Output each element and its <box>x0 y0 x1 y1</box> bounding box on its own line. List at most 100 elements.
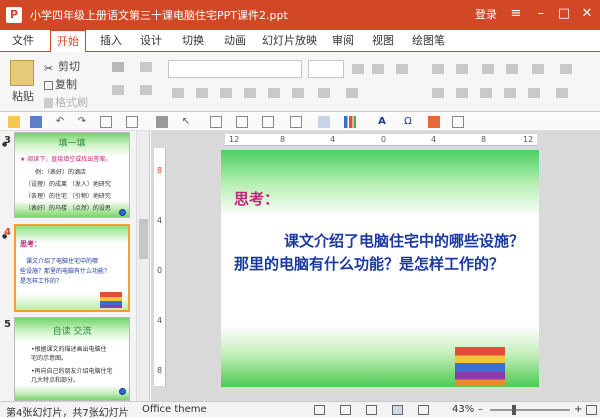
slide-body-text[interactable]: 课文介绍了电脑住宅中的哪些设施？那里的电脑有什么功能？是怎样工作的？ <box>234 230 534 276</box>
tab-view[interactable]: 视图 <box>366 30 400 52</box>
new-slide-icon[interactable] <box>112 62 124 72</box>
login-button[interactable]: 登录 <box>475 6 497 22</box>
books-icon <box>100 292 122 308</box>
reading-view-icon[interactable] <box>366 405 377 415</box>
slide-heading[interactable]: 思考： <box>234 188 279 209</box>
close-icon[interactable]: ✕ <box>576 4 598 24</box>
increase-indent-icon[interactable] <box>506 64 518 74</box>
zoom-level: 43% <box>452 404 475 415</box>
normal-view-icon[interactable] <box>392 405 403 415</box>
zoom-in-icon[interactable]: + <box>574 404 582 415</box>
align-left-icon[interactable] <box>432 88 444 98</box>
tab-slideshow[interactable]: 幻灯片放映 <box>256 30 323 52</box>
menu-icon[interactable]: ≡ <box>505 4 527 24</box>
chart-icon[interactable] <box>344 116 356 128</box>
thumb-3-line-2: 例：（表好）的酒店 <box>35 169 87 176</box>
open-icon[interactable] <box>8 116 20 128</box>
thumbnail-scrollbar[interactable] <box>136 131 149 401</box>
thumb-3-line-5: （表好）的乌楼 （点然）的设思 <box>25 205 111 212</box>
window-title: 小学四年级上册语文第三十课电脑住宅PPT课件2.ppt <box>30 9 288 22</box>
current-slide[interactable]: 思考： 课文介绍了电脑住宅中的哪些设施？那里的电脑有什么功能？是怎样工作的？ <box>221 150 539 387</box>
photo-icon[interactable] <box>262 116 274 128</box>
numbering-icon[interactable] <box>456 64 468 74</box>
slide-thumbnail-3[interactable]: 填一填 ★ 阅读下，直接填空或找出答案。 例：（表好）的酒店 （设理）的成果 （… <box>14 132 130 218</box>
columns-icon[interactable] <box>556 88 568 98</box>
ruler-label: 0 <box>157 266 163 275</box>
wordart-icon[interactable]: Ω <box>402 116 414 128</box>
font-size-combo[interactable] <box>308 60 344 78</box>
italic-icon[interactable] <box>196 88 208 98</box>
layout-icon[interactable] <box>140 62 152 72</box>
strikethrough-icon[interactable] <box>268 88 280 98</box>
video-icon[interactable] <box>428 116 440 128</box>
zoom-slider-handle[interactable] <box>512 405 516 415</box>
align-right-icon[interactable] <box>480 88 492 98</box>
fit-window-icon[interactable] <box>586 405 597 415</box>
paste-button[interactable]: 粘贴 <box>12 88 34 104</box>
justify-icon[interactable] <box>504 88 516 98</box>
font-family-combo[interactable] <box>168 60 302 78</box>
ribbon: 粘贴 ✂ 剪切 复制 格式刷 <box>0 52 600 112</box>
zoom-out-icon[interactable]: – <box>478 404 483 415</box>
picture-icon[interactable] <box>236 116 248 128</box>
maximize-icon[interactable]: □ <box>553 4 575 24</box>
format-painter-button[interactable]: 格式刷 <box>44 94 88 110</box>
char-spacing-icon[interactable] <box>292 88 304 98</box>
table-icon[interactable] <box>210 116 222 128</box>
smartart-icon[interactable] <box>318 116 330 128</box>
tab-pen[interactable]: 绘图笔 <box>406 30 451 52</box>
minimize-icon[interactable]: – <box>530 4 552 24</box>
select-icon[interactable]: ↖ <box>180 116 192 128</box>
slide-thumbnail-5[interactable]: 自读 交流 •根据课文的描述画出电脑住 宅的示意图。 •再向自己的朋友介绍电脑住… <box>14 317 130 401</box>
more-icon[interactable] <box>452 116 464 128</box>
tab-design[interactable]: 设计 <box>134 30 168 52</box>
zoom-slider[interactable] <box>490 409 570 411</box>
tab-animations[interactable]: 动画 <box>218 30 252 52</box>
print-icon[interactable] <box>156 116 168 128</box>
cut-button[interactable]: ✂ 剪切 <box>44 58 80 75</box>
paste-icon[interactable] <box>10 60 34 86</box>
thumb-3-line-3: （设理）的成果 （发人）地研究 <box>25 181 111 188</box>
thumb-4-line-1: 课文介绍了电脑住宅中的哪 <box>26 258 99 265</box>
slideshow-icon[interactable] <box>418 405 429 415</box>
redo-icon[interactable]: ↷ <box>76 116 88 128</box>
clear-format-icon[interactable] <box>396 64 408 74</box>
tab-home[interactable]: 开始 <box>50 30 86 53</box>
shape-icon[interactable] <box>290 116 302 128</box>
undo-icon[interactable]: ↶ <box>54 116 66 128</box>
line-spacing-icon[interactable] <box>532 64 544 74</box>
tab-file[interactable]: 文件 <box>6 30 40 52</box>
tab-insert[interactable]: 插入 <box>94 30 128 52</box>
tab-transitions[interactable]: 切换 <box>176 30 210 52</box>
notes-icon[interactable] <box>314 405 325 415</box>
blue-dot-icon <box>119 388 126 395</box>
save-icon[interactable] <box>30 116 42 128</box>
new-slide-icon[interactable] <box>100 116 112 128</box>
text-direction-icon[interactable] <box>560 64 572 74</box>
layout-icon[interactable] <box>126 116 138 128</box>
slide-thumbnail-4[interactable]: 思考： 课文介绍了电脑住宅中的哪 些设施？那里的电脑有什么功能？ 是怎样工作的？ <box>14 224 130 312</box>
thumb-5-line-1: •根据课文的描述画出电脑住 <box>31 346 107 353</box>
distribute-icon[interactable] <box>528 88 540 98</box>
change-case-icon[interactable] <box>318 88 330 98</box>
textbox-icon[interactable]: A <box>376 116 388 128</box>
grow-font-icon[interactable] <box>352 64 364 74</box>
ruler-label: 4 <box>431 135 437 144</box>
underline-icon[interactable] <box>220 88 232 98</box>
shadow-icon[interactable] <box>244 88 256 98</box>
reset-icon[interactable] <box>112 85 124 95</box>
slide-sorter-icon[interactable] <box>340 405 351 415</box>
align-center-icon[interactable] <box>456 88 468 98</box>
copy-button[interactable]: 复制 <box>44 76 77 92</box>
bullets-icon[interactable] <box>432 64 444 74</box>
ruler-label: 8 <box>280 135 286 144</box>
decrease-indent-icon[interactable] <box>482 64 494 74</box>
scrollbar-thumb[interactable] <box>139 219 148 259</box>
tab-review[interactable]: 审阅 <box>326 30 360 52</box>
font-color-icon[interactable] <box>346 88 358 98</box>
thumb-4-line-2: 些设施？那里的电脑有什么功能？ <box>20 268 111 275</box>
section-icon[interactable] <box>140 85 152 95</box>
shrink-font-icon[interactable] <box>372 64 384 74</box>
horizontal-ruler: 12 8 4 0 4 8 12 <box>225 134 537 146</box>
bold-icon[interactable] <box>172 88 184 98</box>
